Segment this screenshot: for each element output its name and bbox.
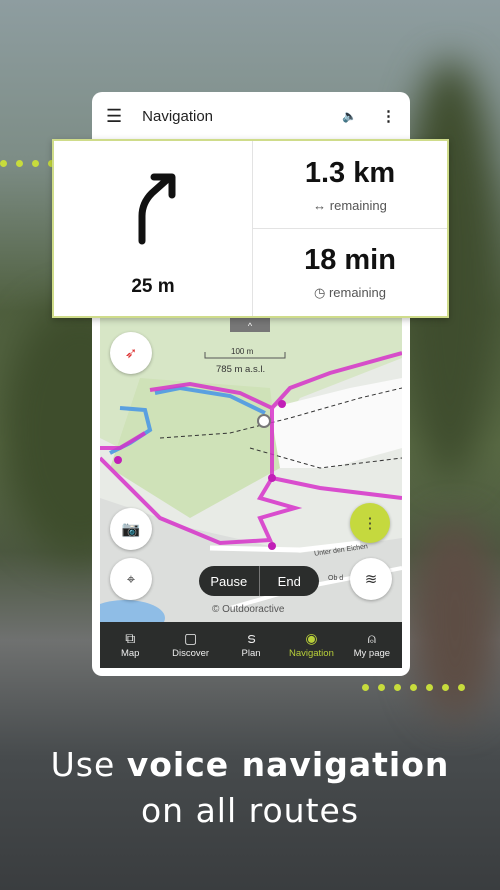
turn-instruction: 25 m [54,141,253,316]
top-app-bar: ☰ Navigation 🔈 ⋮ [92,92,410,140]
compass-button[interactable]: ➶ [110,332,152,374]
hamburger-icon[interactable]: ☰ [106,106,122,127]
nav-label: Plan [241,648,261,659]
nav-item-map[interactable]: ⧉ Map [100,622,160,668]
locate-button[interactable]: ⌖ [110,558,152,600]
nav-item-navigation[interactable]: ◉ Navigation [281,622,341,668]
time-value: 18 min [304,244,396,276]
time-label: remaining [328,285,387,300]
left-right-arrow-icon: ↔ [313,197,330,213]
nav-label: Discover [172,648,210,659]
map-view[interactable]: ^ 100 m 785 m a.s.l. Unter den Eichen Ob… [100,318,402,622]
clock-icon: ◷ [313,285,329,300]
end-button[interactable]: End [260,566,320,596]
distance-remaining: 1.3 km ↔ remaining [253,141,447,229]
turn-slight-right-arrow-icon [138,173,176,245]
pause-button[interactable]: Pause [199,566,260,596]
caption-bold: voice navigation [126,745,450,784]
street-label: Ob d [328,575,344,582]
camera-icon: 📷 [121,521,141,538]
camera-button[interactable]: 📷 [110,508,152,550]
scale-label: 100 m [231,347,254,356]
layers-button[interactable]: ≋ [350,558,392,600]
page-title: Navigation [142,107,214,125]
decorative-dots [0,160,55,167]
compass-icon: ➶ [124,345,138,362]
more-options-button[interactable]: ⋮ [350,503,390,543]
map-search-icon: ⧉ [125,630,136,646]
nav-label: My page [353,648,391,659]
bottom-navigation: ⧉ Map ▢ Discover ട Plan ◉ Navigation ⍝ My pag… [100,622,402,668]
nav-item-plan[interactable]: ട Plan [221,622,281,668]
more-vert-icon[interactable]: ⋮ [381,107,396,125]
decorative-dots [362,684,465,691]
nav-label: Map [120,648,140,659]
time-remaining: 18 min ◷ remaining [253,229,447,316]
discover-icon: ▢ [183,630,198,646]
nav-item-my-page[interactable]: ⍝ My page [342,622,402,668]
person-icon: ⍝ [367,630,377,646]
speaker-icon[interactable]: 🔈 [342,109,357,123]
crosshair-icon: ⌖ [126,570,136,588]
map-attribution: © Outdooractive [212,604,285,615]
nav-item-discover[interactable]: ▢ Discover [160,622,220,668]
promo-caption: Use voice navigation on all routes [0,742,500,834]
turn-distance: 25 m [131,276,175,297]
caption-line2: on all routes [140,791,360,830]
altitude-label: 785 m a.s.l. [216,364,266,375]
plan-route-icon: ട [246,630,256,646]
distance-label: remaining [329,197,387,213]
pause-end-control: Pause End [199,566,319,596]
more-vert-icon: ⋮ [362,515,378,532]
nav-label: Navigation [288,648,334,659]
layers-icon: ≋ [364,571,378,588]
caption-text: Use [50,745,127,784]
navigation-icon: ◉ [305,630,318,646]
distance-value: 1.3 km [304,156,396,189]
navigation-instruction-panel: 25 m 1.3 km ↔ remaining 18 min ◷ remaini… [52,139,449,318]
